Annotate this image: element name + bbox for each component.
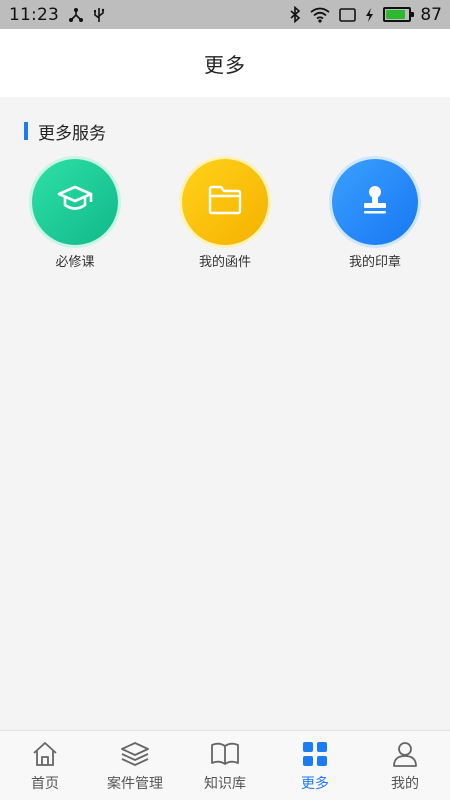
bottom-tab-bar: 首页 案件管理 知识库 更多 我的: [0, 730, 450, 800]
tab-knowledge-base[interactable]: 知识库: [180, 731, 270, 800]
service-label: 我的印章: [348, 255, 401, 270]
wifi-icon: [310, 7, 330, 23]
page-title: 更多: [204, 52, 246, 77]
nav-bar: 更多: [0, 29, 450, 97]
bluetooth-icon: [289, 6, 301, 23]
more-services-section: 更多服务 必修课 我的函件 我的印章: [0, 97, 450, 730]
service-my-seals[interactable]: 我的印章: [300, 159, 450, 270]
tab-case-management[interactable]: 案件管理: [90, 731, 180, 800]
tab-label: 我的: [391, 776, 419, 792]
tab-label: 知识库: [204, 776, 246, 792]
graduation-cap-icon: [56, 183, 94, 221]
service-icon-circle: [332, 159, 418, 245]
screen-icon: [339, 7, 357, 22]
services-grid: 必修课 我的函件 我的印章: [0, 159, 450, 270]
status-bar-right: 87: [289, 5, 442, 25]
tab-more[interactable]: 更多: [270, 731, 360, 800]
tab-label: 案件管理: [107, 776, 163, 792]
section-header: 更多服务: [24, 121, 106, 144]
charging-icon: [365, 7, 374, 22]
battery-level: 87: [420, 4, 442, 25]
layers-icon: [120, 741, 150, 771]
section-title: 更多服务: [38, 123, 106, 144]
user-icon: [392, 741, 418, 771]
share-icon: [68, 7, 84, 23]
service-icon-circle: [182, 159, 268, 245]
status-bar-left: 11:23: [9, 5, 105, 25]
tab-label: 首页: [31, 776, 59, 792]
battery-fill: [386, 10, 406, 19]
usb-icon: [93, 7, 105, 23]
status-time: 11:23: [9, 4, 59, 25]
status-bar: 11:23 87: [0, 0, 450, 29]
tab-label: 更多: [301, 776, 329, 792]
home-icon: [31, 741, 59, 771]
tab-mine[interactable]: 我的: [360, 731, 450, 800]
section-accent-bar: [24, 122, 28, 140]
tab-home[interactable]: 首页: [0, 731, 90, 800]
folder-icon: [207, 184, 243, 220]
stamp-icon: [360, 184, 390, 220]
book-icon: [210, 741, 240, 771]
service-label: 我的函件: [198, 255, 251, 270]
service-label: 必修课: [55, 255, 95, 270]
service-my-letters[interactable]: 我的函件: [150, 159, 300, 270]
grid-icon: [302, 741, 328, 771]
service-icon-circle: [32, 159, 118, 245]
service-required-course[interactable]: 必修课: [0, 159, 150, 270]
battery-icon: [383, 7, 415, 22]
